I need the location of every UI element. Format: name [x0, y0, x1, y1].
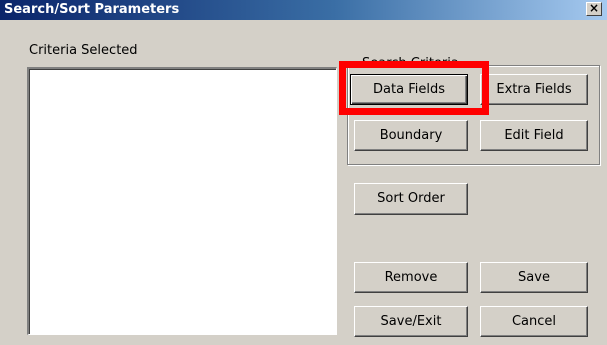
boundary-button[interactable]: Boundary	[354, 120, 468, 151]
sort-order-button[interactable]: Sort Order	[354, 183, 468, 215]
criteria-selected-list[interactable]	[27, 67, 337, 335]
window-title: Search/Sort Parameters	[4, 2, 180, 17]
save-exit-button[interactable]: Save/Exit	[354, 306, 468, 337]
cancel-button[interactable]: Cancel	[480, 306, 588, 337]
save-button[interactable]: Save	[480, 262, 588, 293]
close-icon: ×	[588, 1, 600, 15]
extra-fields-button[interactable]: Extra Fields	[480, 74, 588, 105]
close-button[interactable]: ×	[586, 2, 602, 16]
title-bar[interactable]: Search/Sort Parameters ×	[0, 0, 607, 20]
edit-field-button[interactable]: Edit Field	[480, 120, 588, 151]
data-fields-button[interactable]: Data Fields	[350, 74, 468, 105]
criteria-selected-label: Criteria Selected	[29, 43, 138, 58]
remove-button[interactable]: Remove	[354, 262, 468, 293]
search-criteria-label: Search Criteria	[360, 56, 461, 71]
search-sort-dialog: Search/Sort Parameters × Criteria Select…	[0, 0, 607, 345]
